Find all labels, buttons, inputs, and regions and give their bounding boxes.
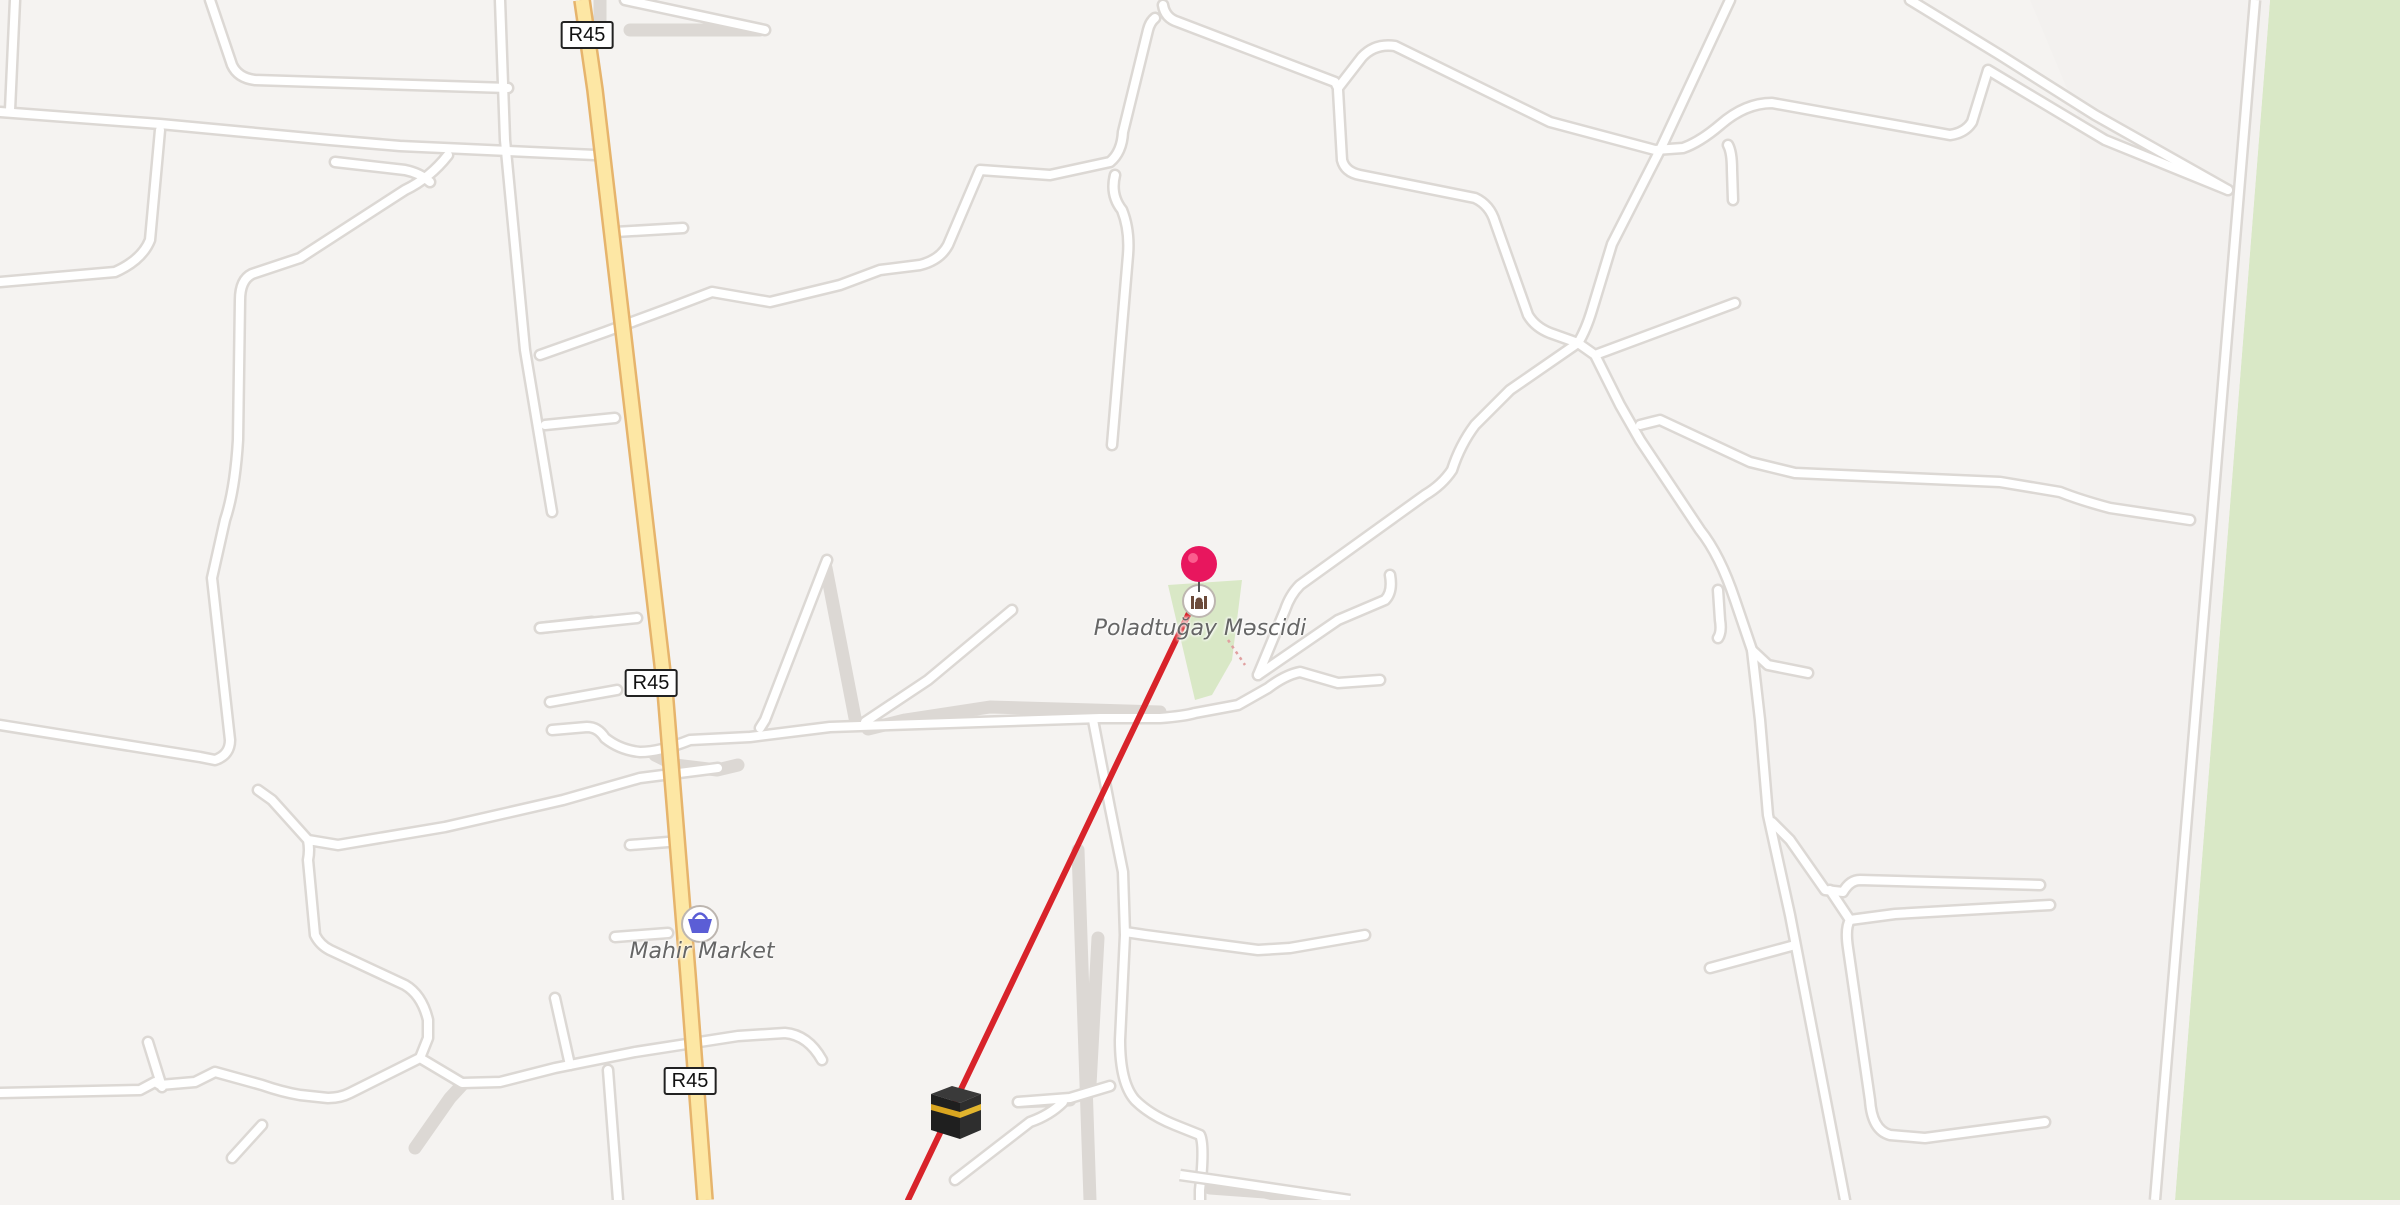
map-svg — [0, 0, 2400, 1205]
kaaba-icon[interactable] — [931, 1086, 981, 1139]
road-shield-r45: R45 — [663, 1067, 717, 1095]
shopping-basket-icon[interactable] — [681, 905, 719, 943]
place-label-market[interactable]: Mahir Market — [630, 939, 775, 964]
place-label-mosque[interactable]: Poladtuğay Məscidi — [1094, 616, 1307, 641]
road-shield-r45: R45 — [624, 669, 678, 697]
road-shield-r45: R45 — [560, 21, 614, 49]
map-canvas[interactable]: R45 R45 R45 Poladtuğay Məscidi Mahir Mar… — [0, 0, 2400, 1205]
